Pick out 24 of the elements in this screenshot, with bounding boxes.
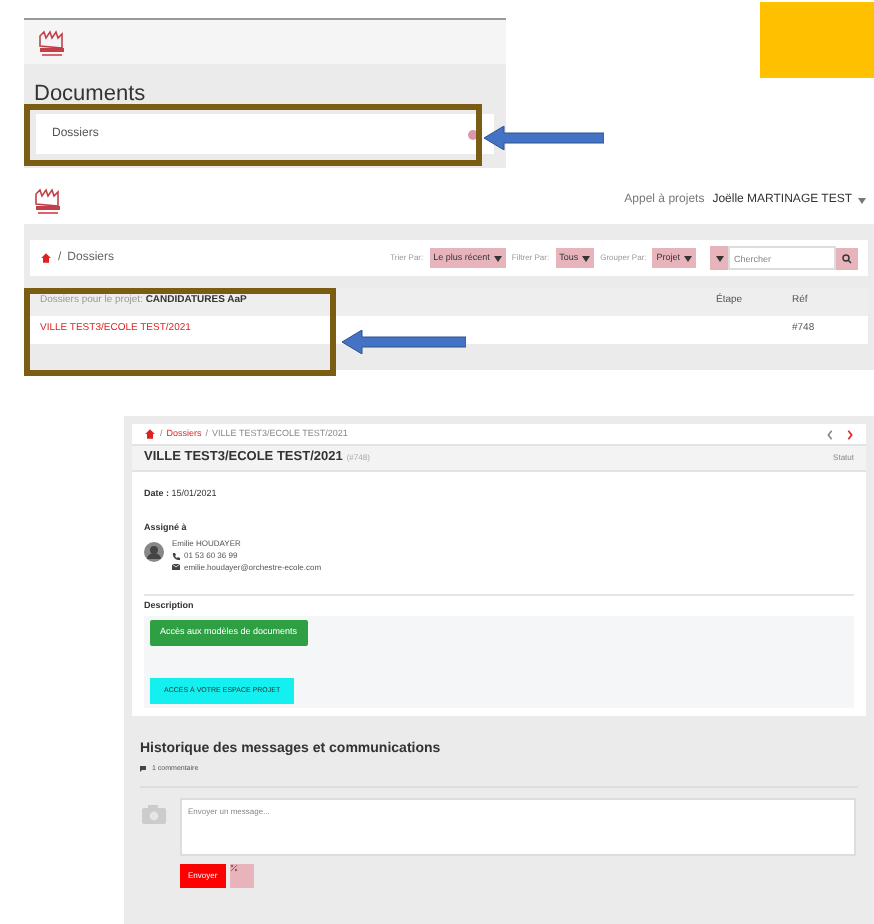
search-icon [836, 247, 858, 269]
envelope-icon [172, 564, 180, 570]
previous-icon [826, 429, 834, 439]
camera-icon [142, 804, 166, 824]
arrow-icon [342, 330, 466, 354]
caret-icon [493, 255, 502, 261]
arrow-icon [484, 126, 604, 150]
avatar-icon [144, 541, 164, 561]
dropdown-button[interactable] [710, 246, 728, 270]
home-icon [40, 252, 52, 264]
caret-icon [715, 255, 723, 261]
caret-icon [582, 255, 591, 261]
caret-icon [858, 197, 866, 203]
attach-icon [229, 864, 254, 888]
comments-icon [140, 765, 148, 772]
phone-icon [172, 551, 180, 559]
badge-icon [468, 129, 478, 139]
section-heading: Documents [32, 80, 148, 106]
caret-icon [684, 255, 692, 261]
logo-icon [36, 26, 68, 58]
corner-block [760, 2, 874, 78]
logo-icon [32, 184, 64, 216]
next-icon [846, 429, 854, 439]
home-icon [144, 428, 156, 440]
